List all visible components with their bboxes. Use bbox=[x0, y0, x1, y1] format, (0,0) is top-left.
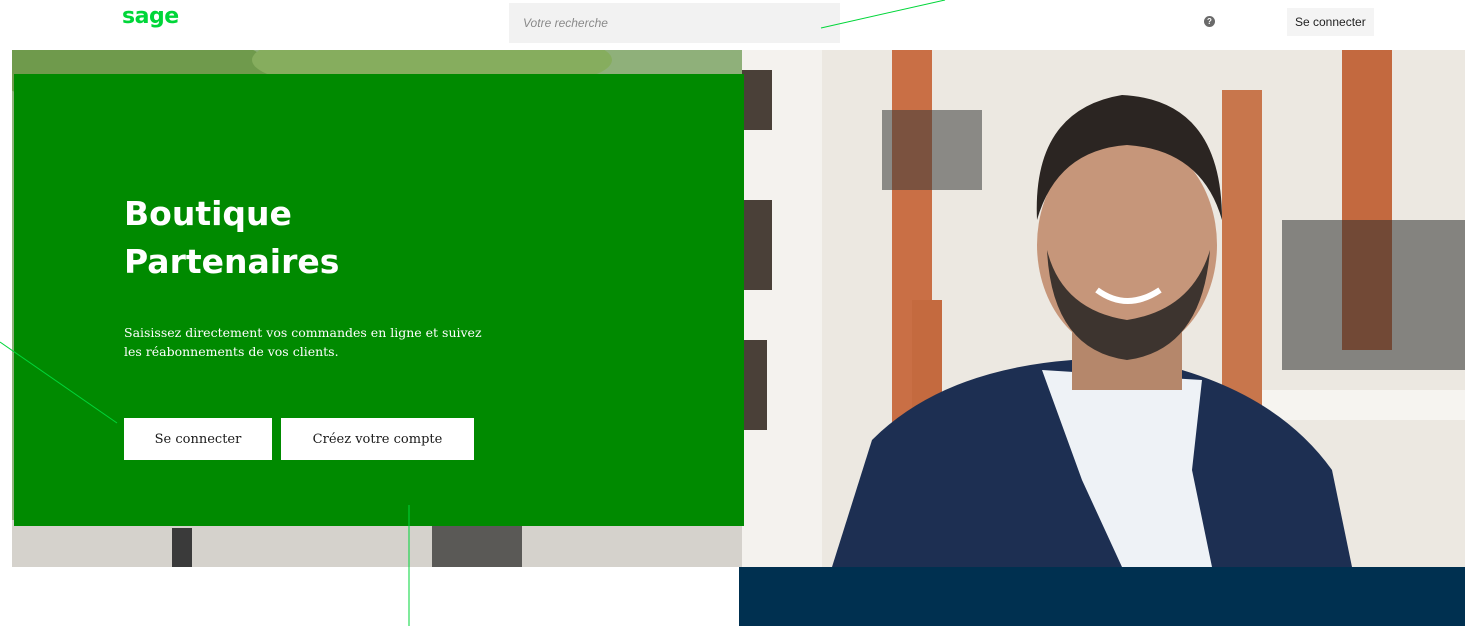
hero-title-line1: Boutique bbox=[124, 194, 292, 233]
top-navigation-bar: sage ? Se connecter bbox=[0, 0, 1465, 48]
header-login-button[interactable]: Se connecter bbox=[1287, 8, 1374, 36]
login-button[interactable]: Se connecter bbox=[124, 418, 272, 460]
hero-title-line2: Partenaires bbox=[124, 242, 340, 281]
help-icon[interactable]: ? bbox=[1204, 16, 1215, 27]
navy-content-panel bbox=[739, 567, 1465, 626]
hero-description: Saisissez directement vos commandes en l… bbox=[124, 323, 524, 361]
hero-description-line1: Saisissez directement vos commandes en l… bbox=[124, 325, 482, 340]
hero-title: Boutique Partenaires bbox=[124, 190, 339, 286]
create-account-button[interactable]: Créez votre compte bbox=[281, 418, 474, 460]
sage-logo[interactable]: sage bbox=[122, 4, 179, 29]
search-input[interactable] bbox=[509, 3, 840, 43]
hero-description-line2: les réabonnements de vos clients. bbox=[124, 344, 339, 359]
